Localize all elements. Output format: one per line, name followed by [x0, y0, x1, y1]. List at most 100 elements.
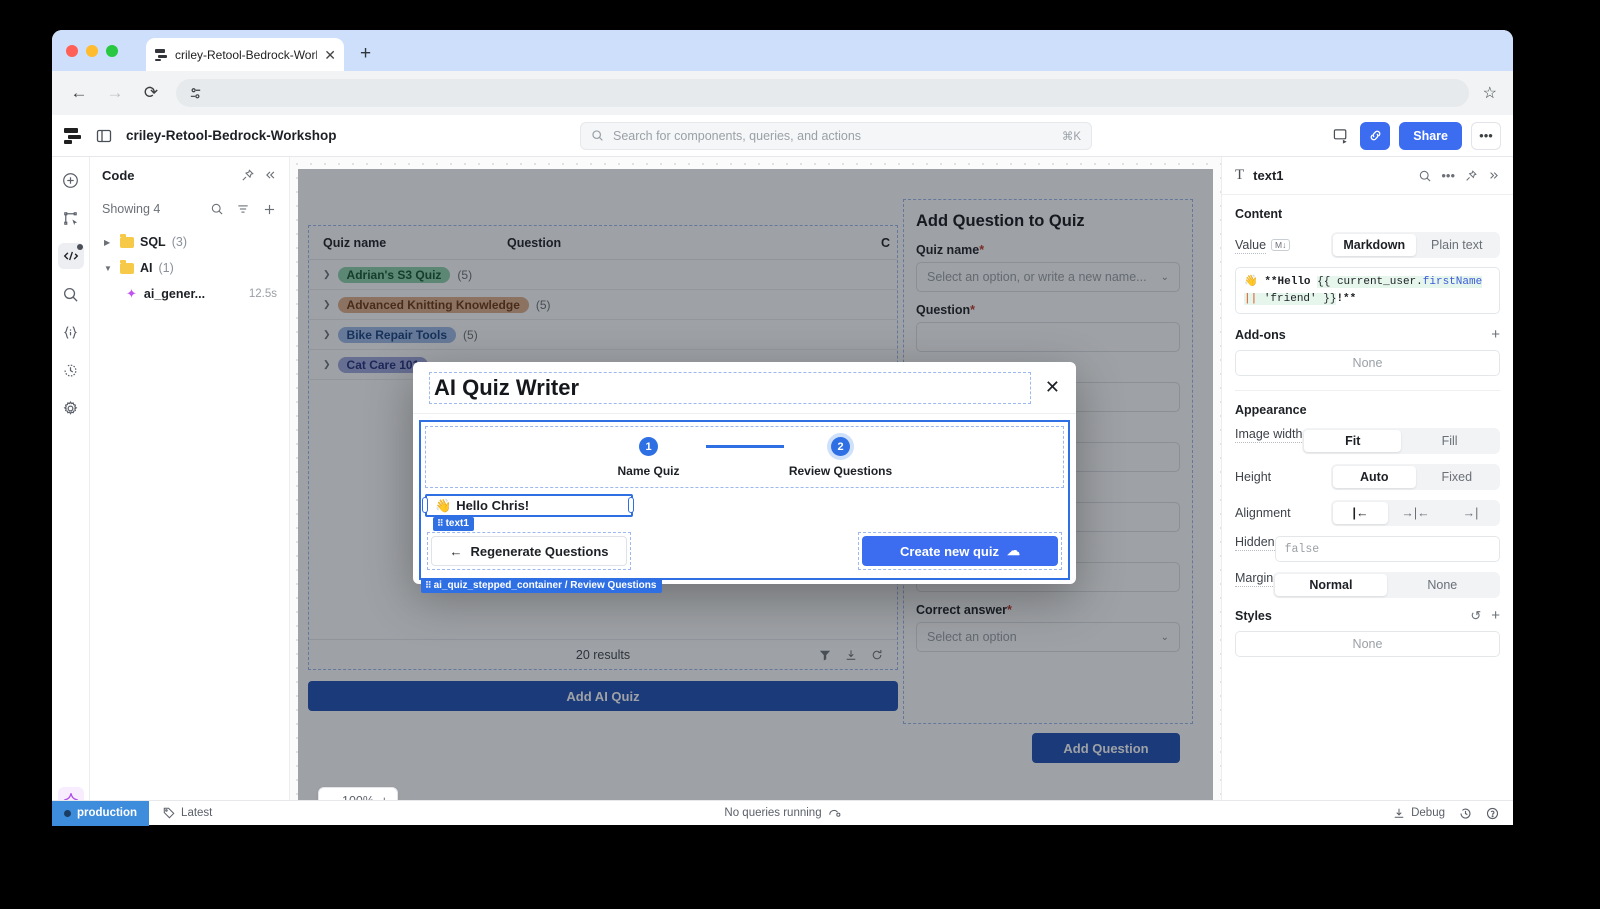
component-tree-icon[interactable]	[58, 205, 84, 231]
more-options-button[interactable]: •••	[1471, 121, 1501, 150]
search-icon[interactable]	[58, 281, 84, 307]
pin-icon[interactable]	[240, 168, 255, 183]
tree-folder-sql[interactable]: ▶ SQL (3)	[98, 229, 289, 255]
folder-name: AI	[140, 261, 153, 275]
margin-segmented[interactable]: Normal None	[1273, 572, 1500, 598]
mode-plain-text-option[interactable]: Plain text	[1416, 234, 1499, 256]
add-query-icon[interactable]	[262, 202, 277, 217]
value-code-editor[interactable]: 👋 **Hello {{ current_user.firstName || '…	[1235, 267, 1500, 314]
drag-grip-icon[interactable]: ⠿	[437, 518, 444, 529]
debug-button[interactable]: Debug	[1393, 807, 1445, 819]
search-icon[interactable]	[1418, 169, 1432, 183]
code-expr-open: {{	[1317, 276, 1337, 288]
add-component-icon[interactable]	[58, 167, 84, 193]
container-breadcrumb-tag[interactable]: ⠿ ai_quiz_stepped_container / Review Que…	[421, 578, 663, 593]
greeting-text-component[interactable]: 👋 Hello Chris!	[425, 494, 633, 517]
margin-none-option[interactable]: None	[1387, 574, 1498, 596]
address-bar[interactable]	[176, 79, 1469, 107]
close-icon[interactable]: ✕	[1045, 377, 1060, 398]
resize-handle-left[interactable]	[422, 497, 428, 513]
environment-label: production	[77, 807, 138, 819]
app-header: criley-Retool-Bedrock-Workshop Search fo…	[52, 115, 1513, 157]
margin-label: Margin	[1235, 571, 1274, 587]
align-left-icon[interactable]: |←	[1333, 502, 1388, 524]
query-item-ai-generate[interactable]: ✦ ai_gener... 12.5s	[98, 281, 289, 307]
value-mode-segmented[interactable]: Markdown Plain text	[1331, 232, 1500, 258]
selected-component-tag[interactable]: ⠿ text1	[433, 517, 474, 531]
folder-name: SQL	[140, 235, 166, 249]
left-icon-rail	[52, 157, 90, 825]
drag-grip-icon[interactable]: ⠿	[425, 580, 432, 591]
addons-value[interactable]: None	[1235, 350, 1500, 376]
add-style-icon[interactable]: +	[1491, 607, 1500, 624]
tree-folder-ai[interactable]: ▼ AI (1)	[98, 255, 289, 281]
history-icon[interactable]	[1459, 807, 1472, 820]
share-link-button[interactable]	[1360, 121, 1391, 150]
bookmark-star-icon[interactable]: ☆	[1483, 83, 1497, 103]
text-component-icon: T	[1235, 167, 1245, 183]
site-settings-icon[interactable]	[186, 84, 204, 102]
window-controls[interactable]	[66, 45, 118, 57]
state-inspector-icon[interactable]	[58, 319, 84, 345]
search-queries-icon[interactable]	[210, 202, 224, 216]
alignment-segmented[interactable]: |← →|← →|	[1331, 500, 1500, 526]
height-auto-option[interactable]: Auto	[1333, 466, 1416, 488]
appearance-section: Appearance Image width Fit Fill Height A…	[1222, 391, 1513, 661]
app-title: criley-Retool-Bedrock-Workshop	[126, 128, 337, 143]
filter-queries-icon[interactable]	[236, 202, 250, 216]
settings-gear-icon[interactable]	[58, 395, 84, 421]
arrow-left-icon: ←	[449, 543, 463, 559]
styles-value[interactable]: None	[1235, 631, 1500, 657]
query-tree: ▶ SQL (3) ▼ AI (1) ✦ ai_gener... 12.5s	[90, 225, 289, 307]
create-new-quiz-button[interactable]: Create new quiz ☁	[862, 536, 1058, 566]
history-icon[interactable]	[58, 357, 84, 383]
align-right-icon[interactable]: →|	[1443, 502, 1498, 524]
reset-styles-icon[interactable]: ↺	[1470, 608, 1481, 624]
ai-quiz-writer-modal: AI Quiz Writer ✕ 1 Name Quiz 2 Review Qu…	[413, 362, 1076, 593]
add-addon-icon[interactable]: +	[1491, 326, 1500, 343]
align-center-icon[interactable]: →|←	[1388, 502, 1443, 524]
branch-indicator[interactable]: Latest	[163, 807, 212, 819]
image-width-fit-option[interactable]: Fit	[1304, 430, 1402, 452]
image-width-fill-option[interactable]: Fill	[1401, 430, 1498, 452]
step-review-questions[interactable]: 2 Review Questions	[784, 437, 898, 478]
folder-count: (3)	[171, 235, 187, 249]
pin-icon[interactable]	[1464, 169, 1478, 183]
height-segmented[interactable]: Auto Fixed	[1331, 464, 1500, 490]
toggle-panels-icon[interactable]	[94, 126, 114, 146]
chevron-down-icon[interactable]: ▼	[104, 264, 114, 273]
forward-icon[interactable]: →	[104, 82, 126, 104]
height-fixed-option[interactable]: Fixed	[1416, 466, 1499, 488]
code-bold-close: !**	[1336, 292, 1357, 305]
markdown-badge: M↓	[1271, 238, 1291, 251]
collapse-panel-icon[interactable]	[263, 168, 277, 182]
back-icon[interactable]: ←	[68, 82, 90, 104]
reload-icon[interactable]: ⟳	[140, 82, 162, 104]
maximize-window-button[interactable]	[106, 45, 118, 57]
close-window-button[interactable]	[66, 45, 78, 57]
help-icon[interactable]	[1486, 807, 1499, 820]
global-search-input[interactable]: Search for components, queries, and acti…	[580, 121, 1092, 150]
chevron-right-icon[interactable]: ▶	[104, 238, 114, 247]
image-width-segmented[interactable]: Fit Fill	[1302, 428, 1500, 454]
environment-badge[interactable]: production	[52, 800, 150, 826]
share-button[interactable]: Share	[1399, 121, 1462, 150]
mode-markdown-option[interactable]: Markdown	[1333, 234, 1416, 256]
more-icon[interactable]: •••	[1441, 168, 1455, 183]
minimize-window-button[interactable]	[86, 45, 98, 57]
retool-logo-icon	[64, 127, 82, 145]
preview-app-icon[interactable]	[1331, 126, 1351, 146]
margin-normal-option[interactable]: Normal	[1275, 574, 1387, 596]
step-name-quiz[interactable]: 1 Name Quiz	[592, 437, 706, 478]
resize-handle-right[interactable]	[628, 497, 634, 513]
new-tab-icon[interactable]: +	[360, 44, 371, 63]
hidden-input[interactable]: false	[1274, 536, 1500, 562]
browser-tab[interactable]: criley-Retool-Bedrock-Works ✕	[146, 38, 344, 71]
browser-tabstrip: criley-Retool-Bedrock-Works ✕ +	[52, 30, 1513, 71]
code-emoji: 👋	[1244, 276, 1265, 288]
close-tab-icon[interactable]: ✕	[324, 48, 336, 62]
collapse-icon[interactable]	[1487, 169, 1500, 182]
code-panel-icon[interactable]	[57, 243, 84, 269]
modal-body-container[interactable]: 1 Name Quiz 2 Review Questions 👋 Hello C…	[419, 420, 1070, 593]
regenerate-questions-button[interactable]: ← Regenerate Questions	[431, 536, 627, 566]
